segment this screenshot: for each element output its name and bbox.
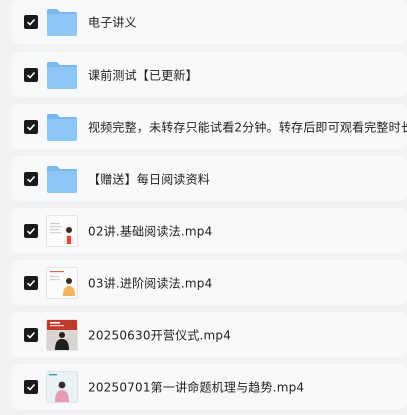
file-name[interactable]: 电子讲义 bbox=[88, 14, 137, 31]
checkbox-checked[interactable] bbox=[24, 67, 38, 82]
video-thumbnail bbox=[46, 214, 78, 247]
video-thumbnail bbox=[46, 370, 78, 403]
file-name[interactable]: 20250630开营仪式.mp4 bbox=[88, 326, 231, 343]
checkbox-checked[interactable] bbox=[24, 171, 38, 186]
checkbox-checked[interactable] bbox=[24, 119, 38, 134]
checkbox-checked[interactable] bbox=[24, 379, 38, 394]
folder-icon bbox=[46, 6, 78, 38]
checkbox-checked[interactable] bbox=[24, 223, 38, 238]
file-name[interactable]: 课前测试【已更新】 bbox=[88, 66, 198, 83]
folder-icon bbox=[46, 163, 78, 195]
checkmark-icon bbox=[26, 279, 36, 287]
file-row[interactable]: 课前测试【已更新】 bbox=[12, 52, 407, 97]
folder-icon bbox=[46, 59, 78, 91]
file-name[interactable]: 视频完整，未转存只能试看2分钟。转存后即可观看完整时长 bbox=[88, 118, 407, 135]
file-list: 电子讲义 课前测试【已更新】 视频完整，未转存只能试看2分钟。转存后即可观看完整… bbox=[0, 0, 407, 415]
file-name[interactable]: 【赠送】每日阅读资料 bbox=[88, 170, 210, 187]
checkmark-icon bbox=[26, 18, 36, 26]
folder-icon bbox=[46, 111, 78, 143]
file-row[interactable]: 03讲.进阶阅读法.mp4 bbox=[12, 260, 407, 305]
file-row[interactable]: 【赠送】每日阅读资料 bbox=[12, 156, 407, 201]
file-row[interactable]: 视频完整，未转存只能试看2分钟。转存后即可观看完整时长 bbox=[12, 104, 407, 149]
file-row[interactable]: 20250630开营仪式.mp4 bbox=[12, 312, 407, 357]
file-name[interactable]: 03讲.进阶阅读法.mp4 bbox=[88, 274, 212, 291]
file-name[interactable]: 02讲.基础阅读法.mp4 bbox=[88, 222, 212, 239]
checkmark-icon bbox=[26, 227, 36, 235]
checkbox-checked[interactable] bbox=[24, 327, 38, 342]
checkmark-icon bbox=[26, 71, 36, 79]
checkmark-icon bbox=[26, 123, 36, 131]
file-row[interactable]: 电子讲义 bbox=[12, 0, 407, 44]
video-thumbnail bbox=[46, 266, 78, 299]
checkbox-checked[interactable] bbox=[24, 15, 38, 29]
file-row[interactable]: 20250701第一讲命题机理与趋势.mp4 bbox=[12, 364, 407, 409]
file-row[interactable]: 02讲.基础阅读法.mp4 bbox=[12, 208, 407, 253]
checkmark-icon bbox=[26, 175, 36, 183]
checkmark-icon bbox=[26, 331, 36, 339]
file-name[interactable]: 20250701第一讲命题机理与趋势.mp4 bbox=[88, 378, 304, 395]
video-thumbnail bbox=[46, 318, 78, 351]
checkbox-checked[interactable] bbox=[24, 275, 38, 290]
checkmark-icon bbox=[26, 383, 36, 391]
